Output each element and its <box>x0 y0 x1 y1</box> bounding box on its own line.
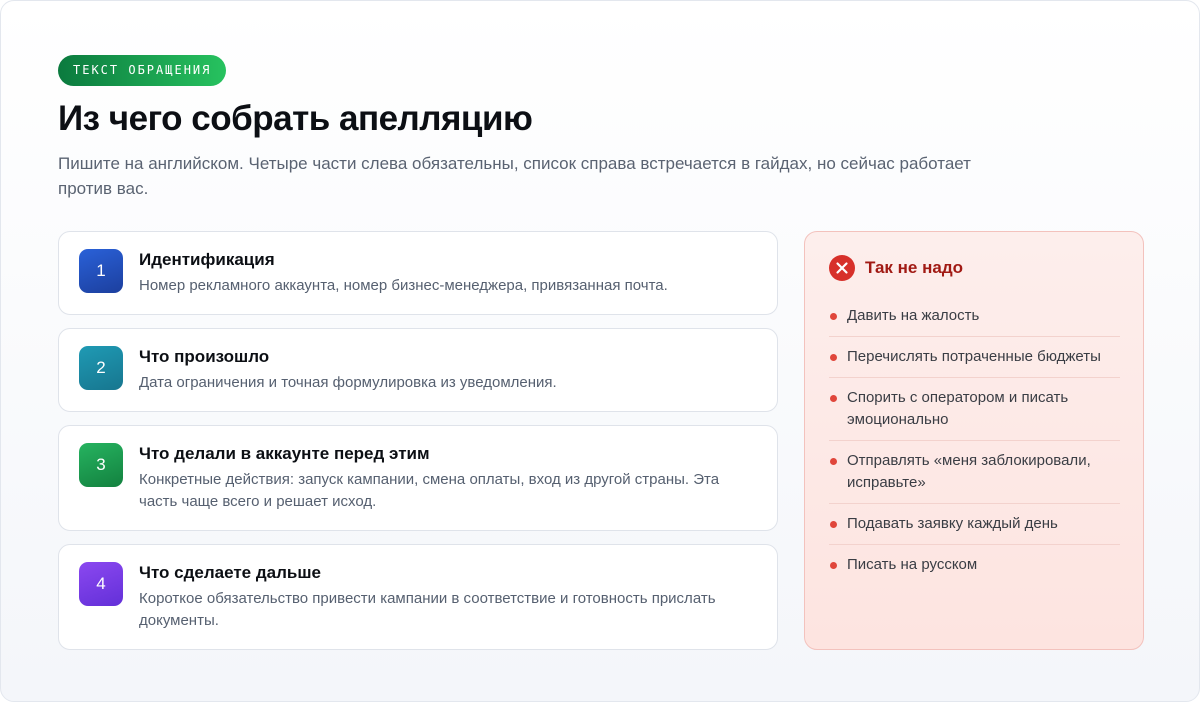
step-title: Что произошло <box>139 347 270 366</box>
dont-item-text: Писать на русском <box>847 556 978 573</box>
step-title: Что делали в аккаунте перед этим <box>139 444 430 463</box>
step-description: Дата ограничения и точная формулировка и… <box>139 374 557 391</box>
dont-item-text: Спорить с оператором и писать эмоциональ… <box>847 389 1069 428</box>
close-circle-icon <box>829 255 855 281</box>
dont-item-text: Подавать заявку каждый день <box>847 515 1058 532</box>
bullet-dot-icon <box>830 562 837 569</box>
step-card-prior-actions: 3 Что делали в аккаунте перед этим Конкр… <box>58 425 778 531</box>
step-description: Короткое обязательство привести кампании… <box>139 590 716 629</box>
dont-list-item: Отправлять «меня заблокировали, исправьт… <box>829 441 1120 504</box>
bullet-dot-icon <box>830 458 837 465</box>
dont-list-item: Подавать заявку каждый день <box>829 504 1120 545</box>
dont-item-text: Перечислять потраченные бюджеты <box>847 348 1101 365</box>
dont-list-item: Перечислять потраченные бюджеты <box>829 337 1120 378</box>
step-number-badge: 1 <box>79 249 123 293</box>
step-card-identification: 1 Идентификация Номер рекламного аккаунт… <box>58 231 778 315</box>
dont-panel: Так не надо Давить на жалость Перечислят… <box>804 231 1144 650</box>
step-title: Что сделаете дальше <box>139 563 321 582</box>
dont-title: Так не надо <box>865 258 963 277</box>
step-number-badge: 2 <box>79 346 123 390</box>
bullet-dot-icon <box>830 395 837 402</box>
dont-item-text: Отправлять «меня заблокировали, исправьт… <box>847 452 1091 491</box>
section-badge: ТЕКСТ ОБРАЩЕНИЯ <box>58 55 227 86</box>
page: ТЕКСТ ОБРАЩЕНИЯ Из чего собрать апелляци… <box>0 0 1200 702</box>
dont-list: Давить на жалость Перечислять потраченны… <box>829 296 1120 585</box>
dont-item-text: Давить на жалость <box>847 307 980 324</box>
step-title: Идентификация <box>139 250 275 269</box>
step-number-badge: 4 <box>79 562 123 606</box>
dont-list-item: Спорить с оператором и писать эмоциональ… <box>829 378 1120 441</box>
step-description: Конкретные действия: запуск кампании, см… <box>139 471 720 510</box>
step-card-what-happened: 2 Что произошло Дата ограничения и точна… <box>58 328 778 412</box>
bullet-dot-icon <box>830 521 837 528</box>
page-title: Из чего собрать апелляцию <box>58 99 533 138</box>
dont-list-item: Давить на жалость <box>829 296 1120 337</box>
bullet-dot-icon <box>830 354 837 361</box>
dont-list-item: Писать на русском <box>829 545 1120 585</box>
step-description: Номер рекламного аккаунта, номер бизнес-… <box>139 277 668 294</box>
step-card-next-steps: 4 Что сделаете дальше Короткое обязатель… <box>58 544 778 650</box>
bullet-dot-icon <box>830 313 837 320</box>
step-number-badge: 3 <box>79 443 123 487</box>
page-subtitle: Пишите на английском. Четыре части слева… <box>58 154 971 198</box>
